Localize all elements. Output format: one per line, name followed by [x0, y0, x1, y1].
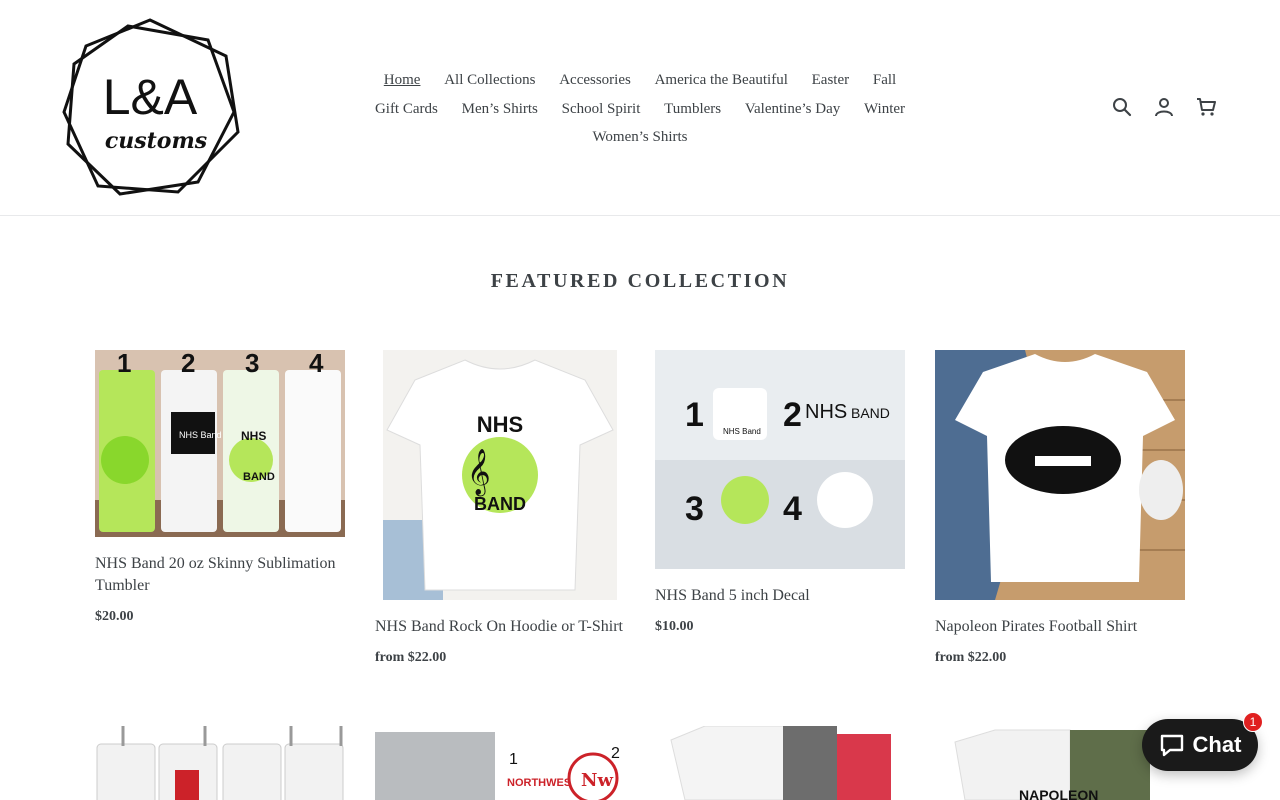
chat-button[interactable]: Chat [1142, 719, 1258, 771]
decal-band: BAND [851, 405, 890, 421]
product-title[interactable]: NHS Band Rock On Hoodie or T-Shirt [375, 616, 625, 638]
product-card[interactable]: 1 2 3 4 NHS Band NHS BAND NHS Band 20 oz… [95, 350, 345, 625]
product-price: from $22.00 [375, 650, 447, 665]
product-image-tumblers-row2[interactable] [95, 726, 345, 800]
chat-bubble-icon [1160, 734, 1183, 757]
shirt-nhs: NHS [477, 412, 523, 437]
tumbler-number-4: 4 [309, 350, 324, 378]
nav-womens-shirts[interactable]: Women’s Shirts [592, 129, 687, 145]
nav-gift-cards[interactable]: Gift Cards [375, 101, 438, 117]
tumbler-number-1: 1 [117, 350, 131, 378]
tumbler-nhs: NHS [241, 429, 266, 443]
northwest-number-1: 1 [509, 751, 518, 768]
logo-text-top: L&A [103, 69, 198, 125]
account-icon[interactable] [1152, 95, 1176, 119]
product-title[interactable]: NHS Band 5 inch Decal [655, 585, 905, 607]
nav-school-spirit[interactable]: School Spirit [562, 101, 641, 117]
header-icons [1110, 95, 1218, 119]
chat-label: Chat [1192, 732, 1242, 757]
section-title: FEATURED COLLECTION [490, 270, 790, 292]
store-logo[interactable]: L&A customs [58, 16, 242, 198]
nav-home[interactable]: Home [384, 72, 421, 88]
product-price: from $22.00 [935, 650, 1007, 665]
product-card[interactable]: 1 2 3 4 NHS Band NHS BAND NHS Band 5 inc… [655, 350, 905, 635]
product-card[interactable] [655, 726, 905, 800]
decal-number-4: 4 [783, 490, 802, 528]
product-image-decals[interactable]: 1 2 3 4 NHS Band NHS BAND [655, 350, 905, 569]
decal-number-2: 2 [783, 396, 802, 434]
nav-america-the-beautiful[interactable]: America the Beautiful [655, 72, 788, 88]
svg-text:𝄞: 𝄞 [467, 449, 491, 497]
product-price: $20.00 [95, 609, 134, 624]
search-icon[interactable] [1110, 95, 1134, 119]
product-card[interactable] [95, 726, 345, 800]
logo-text-bottom: customs [105, 128, 207, 154]
decal-number-1: 1 [685, 396, 704, 434]
nav-fall[interactable]: Fall [873, 72, 896, 88]
northwest-number-2: 2 [611, 745, 620, 762]
tumbler-number-3: 3 [245, 350, 259, 378]
product-price: $10.00 [655, 619, 694, 634]
product-title[interactable]: Napoleon Pirates Football Shirt [935, 616, 1185, 638]
nav-tumblers[interactable]: Tumblers [664, 101, 721, 117]
decal-number-3: 3 [685, 490, 704, 528]
nav-mens-shirts[interactable]: Men’s Shirts [462, 101, 538, 117]
product-card[interactable]: 1 2 NORTHWEST Nw [375, 726, 625, 800]
nav-winter[interactable]: Winter [864, 101, 905, 117]
northwest-text: NORTHWEST [507, 777, 578, 789]
site-header: L&A customs Home All Collections Accesso… [0, 0, 1280, 216]
napoleon-text: NAPOLEON [1019, 787, 1098, 800]
nav-all-collections[interactable]: All Collections [444, 72, 535, 88]
product-image-rock-on-shirt[interactable]: NHS BAND 𝄞 [375, 350, 625, 600]
shirt-band: BAND [474, 494, 526, 514]
cart-icon[interactable] [1194, 95, 1218, 119]
main-navigation: Home All Collections Accessories America… [360, 66, 920, 152]
nav-easter[interactable]: Easter [812, 72, 849, 88]
product-image-shirt-colors[interactable] [655, 726, 905, 800]
product-title[interactable]: NHS Band 20 oz Skinny Sublimation Tumble… [95, 553, 345, 597]
nav-accessories[interactable]: Accessories [559, 72, 631, 88]
northwest-logo-text: Nw [581, 770, 613, 791]
product-image-northwest[interactable]: 1 2 NORTHWEST Nw [375, 726, 625, 800]
product-image-football-shirt[interactable] [935, 350, 1185, 600]
tumbler-nhs-band: NHS Band [179, 430, 222, 440]
decal-nhs: NHS [805, 401, 847, 423]
nav-valentines-day[interactable]: Valentine’s Day [745, 101, 840, 117]
product-card[interactable]: Napoleon Pirates Football Shirt from $22… [935, 350, 1185, 666]
tumbler-number-2: 2 [181, 350, 195, 378]
product-card[interactable]: NHS BAND 𝄞 NHS Band Rock On Hoodie or T-… [375, 350, 625, 666]
tumbler-band: BAND [243, 471, 275, 483]
chat-notification-badge: 1 [1243, 712, 1263, 732]
decal-nhs-band: NHS Band [723, 427, 761, 436]
product-image-tumblers[interactable]: 1 2 3 4 NHS Band NHS BAND [95, 350, 345, 537]
